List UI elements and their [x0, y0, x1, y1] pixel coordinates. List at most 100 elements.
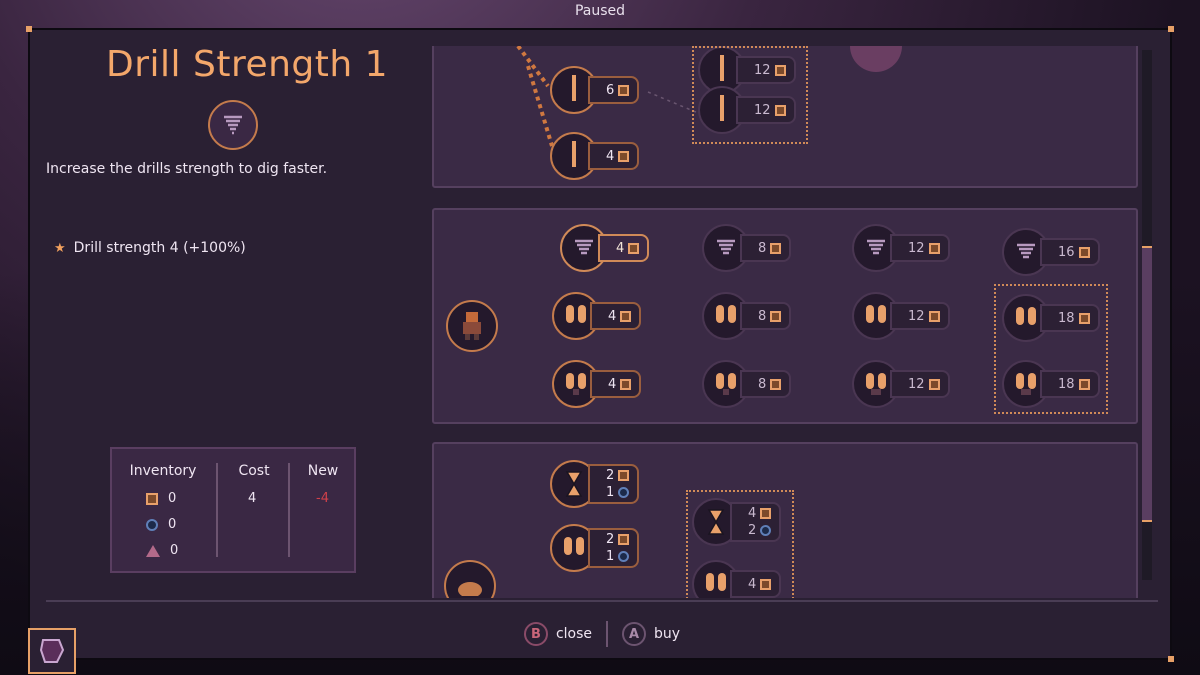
iron-resource-icon: [620, 378, 632, 390]
gadget-corner-icon: [28, 628, 76, 674]
keeper-icon: [446, 300, 498, 352]
footer-separator: [606, 621, 608, 647]
node-cost-value: 1: [606, 485, 615, 500]
node-cost: 4: [588, 142, 640, 170]
node-cost-value: 8: [758, 240, 767, 256]
node-cost: 8: [740, 234, 792, 262]
iron-resource-icon: [618, 150, 630, 162]
upgrade-node[interactable]: 16: [1002, 228, 1100, 276]
keeper-node[interactable]: [444, 560, 496, 598]
inventory-row: 0: [146, 517, 176, 532]
footer-divider: [46, 600, 1158, 602]
star-icon: ★: [54, 240, 66, 256]
cost-line: 2: [606, 468, 630, 483]
window-corner: [1168, 656, 1174, 662]
drill-tornado-icon: [208, 100, 258, 150]
upgrade-node[interactable]: 12: [852, 224, 950, 272]
a-button-icon: A: [622, 622, 646, 646]
upgrade-node[interactable]: 4: [550, 132, 640, 180]
upgrade-node[interactable]: 2 1: [550, 524, 640, 572]
iron-resource-icon: [928, 310, 940, 322]
upgrade-node[interactable]: 4: [552, 292, 642, 340]
inventory-row: 0: [146, 543, 178, 558]
inventory-water-count: 0: [168, 517, 177, 532]
upgrade-node[interactable]: 2 1: [550, 460, 640, 508]
upgrade-title: Drill Strength 1: [106, 44, 389, 85]
iron-resource-icon: [620, 310, 632, 322]
node-cost-value: 4: [616, 240, 625, 256]
buy-label: buy: [654, 626, 681, 642]
close-label: close: [555, 626, 592, 642]
upgrade-window: Drill Strength 1 Increase the drills str…: [26, 26, 1174, 662]
divider: [216, 463, 218, 557]
inventory-header: Inventory: [129, 463, 197, 479]
selection-group: [692, 46, 808, 144]
upgrade-node[interactable]: 8: [702, 292, 792, 340]
close-button[interactable]: B close: [523, 622, 592, 646]
iron-resource-icon: [770, 310, 782, 322]
cobalt-resource-icon: [146, 544, 160, 557]
node-cost-value: 6: [606, 82, 615, 98]
upgrade-tree[interactable]: 6 4 12 12 4 8 12 16 4 8 12 18 4 8 12 18 …: [430, 46, 1142, 598]
footer-actions: B close A buy: [30, 614, 1174, 654]
keeper-dome-icon: [444, 560, 496, 598]
upgrade-node[interactable]: 8: [702, 360, 792, 408]
water-resource-icon: [618, 487, 630, 498]
new-value: -4: [316, 491, 329, 506]
upgrade-node[interactable]: 12: [852, 292, 950, 340]
upgrade-description: Increase the drills strength to dig fast…: [46, 161, 328, 177]
scrollbar-thumb[interactable]: [1142, 246, 1152, 522]
window-corner: [1168, 26, 1174, 32]
iron-resource-icon: [928, 242, 940, 254]
node-cost-value: 4: [606, 148, 615, 164]
node-cost-value: 4: [608, 308, 617, 324]
node-cost: 12: [890, 370, 950, 398]
iron-resource-icon: [146, 492, 158, 505]
node-cost-value: 12: [908, 308, 925, 324]
upgrade-node[interactable]: 12: [852, 360, 950, 408]
node-cost: 12: [890, 234, 950, 262]
cost-value: 4: [248, 491, 257, 506]
node-cost: 6: [588, 76, 640, 104]
node-cost-value: 12: [908, 240, 925, 256]
tree-scrollbar[interactable]: [1142, 50, 1152, 580]
iron-resource-icon: [618, 84, 630, 96]
iron-resource-icon: [628, 242, 640, 254]
upgrade-effect-text: Drill strength 4 (+100%): [73, 240, 246, 256]
node-cost-value: 8: [758, 376, 767, 392]
b-button-icon: B: [523, 622, 548, 646]
cost-header: Cost: [238, 463, 270, 479]
new-header: New: [307, 463, 339, 479]
upgrade-detail-pane: Drill Strength 1 Increase the drills str…: [30, 30, 430, 600]
node-cost: 4: [598, 234, 650, 262]
upgrade-node[interactable]: 6: [550, 66, 640, 114]
node-cost-list: 2 1: [606, 468, 630, 500]
paused-label: Paused: [574, 3, 626, 19]
inventory-cost-box: Inventory Cost New 0 0 0 4 -4: [110, 447, 356, 573]
node-cost: 12: [890, 302, 950, 330]
node-cost-value: 2: [606, 532, 615, 547]
node-cost: 8: [740, 370, 792, 398]
node-cost: 8: [740, 302, 792, 330]
inventory-iron-count: 0: [168, 491, 177, 506]
node-cost: 16: [1040, 238, 1100, 266]
node-cost-value: 8: [758, 308, 767, 324]
upgrade-effect: ★ Drill strength 4 (+100%): [54, 240, 246, 256]
inventory-row: 0: [146, 491, 176, 506]
node-cost-value: 12: [908, 376, 925, 392]
node-cost: 4: [590, 302, 642, 330]
node-cost: 4: [590, 370, 642, 398]
node-cost-value: 16: [1058, 244, 1075, 260]
buy-button[interactable]: A buy: [622, 622, 680, 646]
upgrade-node-selected[interactable]: 4: [560, 224, 650, 272]
upgrade-node[interactable]: 4: [552, 360, 642, 408]
iron-resource-icon: [618, 534, 630, 545]
node-cost-list: 2 1: [606, 532, 630, 564]
node-cost-value: 4: [608, 376, 617, 392]
divider: [288, 463, 290, 557]
iron-resource-icon: [618, 470, 630, 481]
water-resource-icon: [618, 551, 630, 562]
selection-group: [994, 284, 1108, 414]
keeper-node[interactable]: [446, 300, 498, 352]
upgrade-node[interactable]: 8: [702, 224, 792, 272]
